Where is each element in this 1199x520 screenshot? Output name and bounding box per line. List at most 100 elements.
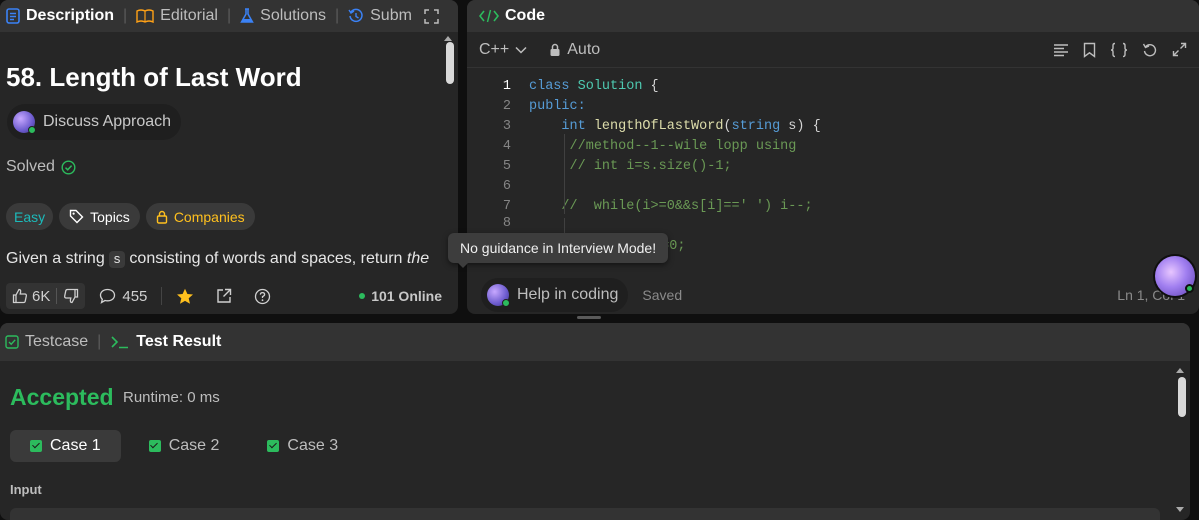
check-icon — [30, 440, 42, 452]
comments-button[interactable]: 455 — [99, 288, 147, 305]
check-circle-icon — [61, 159, 76, 175]
tab-testcase-label: Testcase — [25, 333, 89, 350]
case-3-tab[interactable]: Case 3 — [247, 430, 358, 462]
online-count: 101 Online — [359, 288, 442, 304]
language-selector[interactable]: C++ — [479, 41, 527, 59]
problem-title: 58. Length of Last Word — [6, 62, 302, 92]
assistant-avatar-icon — [13, 111, 36, 134]
tab-code[interactable]: Code — [479, 7, 545, 25]
indent-guide — [564, 134, 565, 214]
companies-label: Companies — [173, 208, 245, 225]
scroll-up-arrow[interactable] — [1176, 368, 1184, 373]
line-number: 6 — [502, 178, 511, 194]
lock-icon — [156, 210, 168, 224]
topics-button[interactable]: Topics — [59, 203, 140, 230]
tab-code-label: Code — [505, 7, 545, 24]
line-number: 5 — [502, 158, 511, 174]
code-line: 2 public: — [467, 96, 586, 116]
code-line: 6 — [467, 176, 529, 196]
book-icon — [136, 9, 154, 23]
comments-count: 455 — [122, 287, 148, 305]
share-icon[interactable] — [216, 288, 232, 304]
collapse-chevron-left-icon[interactable] — [457, 9, 458, 24]
code-line: 1 class Solution { — [467, 76, 659, 96]
editor-tools — [1053, 42, 1187, 58]
description-tabbar: Description | Editorial | Solutions | Su… — [0, 0, 458, 32]
line-number: 1 — [502, 78, 511, 94]
tab-solutions-label: Solutions — [260, 7, 326, 24]
checkbox-icon — [5, 335, 19, 349]
check-icon — [148, 440, 161, 452]
bookmark-icon[interactable] — [1083, 42, 1096, 58]
line-number: 7 — [502, 198, 511, 214]
tag-icon — [69, 209, 84, 224]
curly-braces-icon[interactable] — [1110, 42, 1128, 58]
expand-icon[interactable] — [424, 8, 439, 24]
tab-description-label: Description — [26, 7, 115, 24]
topics-label: Topics — [90, 208, 130, 225]
floating-assistant-avatar[interactable] — [1155, 256, 1195, 296]
tab-test-result-label: Test Result — [136, 333, 222, 350]
language-label: C++ — [479, 40, 510, 58]
tab-testcase[interactable]: Testcase — [5, 333, 88, 351]
resize-handle[interactable] — [577, 316, 601, 319]
help-in-coding-button[interactable]: Help in coding — [481, 278, 629, 312]
description-scrollbar[interactable] — [446, 42, 454, 84]
flask-icon — [240, 8, 254, 24]
tab-description[interactable]: Description — [6, 7, 114, 25]
description-icon — [6, 8, 20, 24]
code-line: 4 //method--1--wile lopp using — [467, 136, 796, 156]
statement-text-2: consisting of words and spaces, return — [124, 250, 407, 267]
case-label: Case 3 — [287, 437, 339, 454]
tab-divider: | — [226, 7, 232, 24]
problem-statement: Given a string s consisting of words and… — [6, 250, 429, 268]
code-status-bar: Help in coding Saved Ln 1, Col 1 — [467, 276, 1199, 314]
case-2-tab[interactable]: Case 2 — [129, 430, 240, 462]
companies-button[interactable]: Companies — [145, 203, 255, 230]
scroll-up-arrow[interactable] — [444, 36, 452, 41]
discuss-approach-button[interactable]: Discuss Approach — [7, 104, 182, 140]
thumbs-up-icon — [12, 288, 28, 304]
thumbs-down-icon — [63, 288, 79, 304]
tab-test-result[interactable]: Test Result — [110, 333, 221, 351]
history-icon — [348, 8, 364, 24]
maximize-icon[interactable] — [1172, 42, 1187, 57]
runtime-label: Runtime: 0 ms — [123, 389, 220, 406]
scroll-down-arrow[interactable] — [1176, 507, 1184, 512]
help-circle-icon[interactable] — [254, 288, 271, 305]
tab-submissions[interactable]: Subm — [348, 7, 412, 25]
code-editor[interactable]: 1 class Solution { 2 public: 3 int lengthO… — [467, 68, 1199, 258]
interview-mode-tooltip: No guidance in Interview Mode! — [448, 233, 669, 268]
tab-submissions-label: Subm — [370, 7, 412, 24]
star-icon[interactable] — [176, 288, 194, 305]
tab-solutions[interactable]: Solutions — [240, 7, 326, 25]
case-1-tab[interactable]: Case 1 — [10, 430, 121, 462]
auto-label: Auto — [567, 40, 601, 58]
problem-actions-bar: 6K 455 101 Online — [0, 278, 458, 314]
statement-emphasis: the — [406, 250, 430, 267]
tab-editorial[interactable]: Editorial — [136, 7, 218, 25]
like-button[interactable]: 6K — [6, 288, 56, 305]
auto-mode-toggle[interactable]: Auto — [549, 41, 600, 59]
likes-count: 6K — [32, 287, 51, 305]
test-result-panel: Testcase | Test Result Accepted Runtime:… — [0, 323, 1190, 520]
dislike-button[interactable] — [57, 288, 85, 304]
code-line: 8 — [467, 216, 511, 226]
lock-icon — [549, 43, 561, 57]
result-scrollbar[interactable] — [1178, 377, 1186, 417]
description-panel: Description | Editorial | Solutions | Su… — [0, 0, 458, 314]
tab-divider: | — [123, 7, 128, 24]
case-label: Case 2 — [168, 437, 220, 454]
saved-status: Saved — [642, 287, 683, 303]
case-tabs: Case 1 Case 2 Case 3 — [10, 430, 358, 462]
result-tabbar: Testcase | Test Result — [0, 323, 1190, 361]
online-label: 101 Online — [371, 288, 442, 304]
reset-icon[interactable] — [1142, 42, 1158, 58]
format-lines-icon[interactable] — [1053, 43, 1069, 57]
problem-tags: Easy Topics Companies — [6, 203, 255, 230]
online-dot-icon — [359, 293, 366, 299]
result-status: Accepted — [10, 384, 114, 410]
assistant-avatar-icon — [487, 284, 510, 307]
statement-text-1: Given a string — [6, 250, 110, 267]
input-value-box — [10, 508, 1160, 520]
